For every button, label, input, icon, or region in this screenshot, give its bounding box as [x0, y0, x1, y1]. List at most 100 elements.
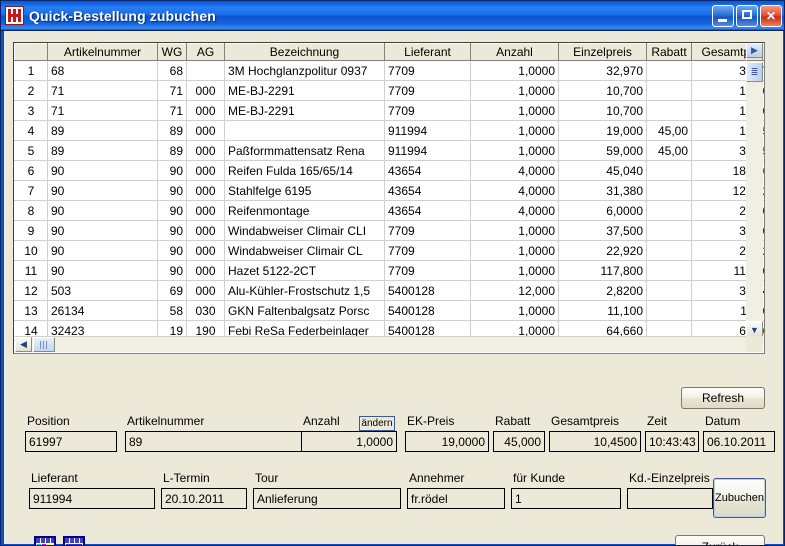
cell-artikelnummer[interactable]: 90 — [47, 200, 158, 221]
cell-wg[interactable]: 90 — [157, 180, 187, 201]
cell-ag[interactable]: 000 — [186, 100, 225, 121]
cell-lieferant[interactable]: 7709 — [384, 60, 471, 81]
column-header-bezeichnung[interactable]: Bezeichnung — [224, 43, 385, 61]
table-row[interactable]: 11 90 90 000 Hazet 5122-2CT 7709 1,0000 117,800… — [14, 260, 764, 281]
cell-anzahl[interactable]: 4,0000 — [470, 160, 559, 181]
input-zeit[interactable]: 10:43:43 — [645, 431, 699, 452]
cell-ag[interactable] — [186, 60, 225, 81]
grid-horizontal-scrollbar[interactable]: ◀ — [15, 336, 748, 352]
cell-rabatt[interactable] — [646, 240, 692, 261]
cell-artikelnummer[interactable]: 71 — [47, 80, 158, 101]
cell-anzahl[interactable]: 1,0000 — [470, 240, 559, 261]
grid-vertical-scrollbar[interactable]: ▲ ≣ ▼ — [746, 44, 763, 338]
cell-artikelnummer[interactable]: 26134 — [47, 300, 158, 321]
cell-bezeichnung[interactable]: Hazet 5122-2CT — [224, 260, 385, 281]
table-row[interactable]: 89090000Reifenmontage436544,00006,000024… — [14, 200, 764, 221]
cell-rabatt[interactable] — [646, 280, 692, 301]
cell-rabatt[interactable] — [646, 260, 692, 281]
cell-lieferant[interactable]: 5400128 — [384, 280, 471, 301]
cell-bezeichnung[interactable]: Paßformgummimatte E46 — [224, 120, 385, 141]
cell-bezeichnung[interactable]: Paßformmattensatz Rena — [224, 140, 385, 161]
cell-lieferant[interactable]: 5400128 — [384, 300, 471, 321]
cell-rabatt[interactable] — [646, 300, 692, 321]
cell-ag[interactable]: 000 — [186, 260, 225, 281]
cell-rabatt[interactable] — [646, 80, 692, 101]
scroll-right-icon[interactable]: ▶ — [746, 43, 763, 58]
cell-artikelnummer[interactable]: 89 — [47, 120, 158, 141]
cell-ag[interactable]: 000 — [186, 180, 225, 201]
cell-ag[interactable]: 000 — [186, 220, 225, 241]
cell-artikelnummer[interactable]: 90 — [47, 260, 158, 281]
cell-anzahl[interactable]: 1,0000 — [470, 140, 559, 161]
cell-wg[interactable]: 90 — [157, 240, 187, 261]
cell-ag[interactable]: 000 — [186, 240, 225, 261]
cell-artikelnummer[interactable]: 90 — [47, 180, 158, 201]
cell-rabatt[interactable]: 45,00 — [646, 140, 692, 161]
table-row[interactable]: 12 503 69 000 Alu-Kühler-Frostschutz 1,5 5400… — [14, 280, 764, 301]
cell-anzahl[interactable]: 1,0000 — [470, 100, 559, 121]
cell-ag[interactable]: 000 — [186, 160, 225, 181]
cell-einzelpreis[interactable]: 59,000 — [558, 140, 647, 161]
cell-artikelnummer[interactable]: 68 — [47, 60, 158, 81]
table-row[interactable]: 1 68 68 3M Hochglanzpolitur 0937 7709 1,0000 3… — [14, 60, 764, 81]
input-ek-preis[interactable]: 19,0000 — [405, 431, 489, 452]
cell-rownum[interactable]: 1 — [14, 60, 48, 81]
cell-rownum[interactable]: 3 — [14, 100, 48, 121]
cell-rownum[interactable]: 4 — [14, 120, 48, 141]
cell-artikelnummer[interactable]: 89 — [47, 140, 158, 161]
zubuchen-button[interactable]: Zubuchen — [713, 478, 766, 518]
cell-bezeichnung[interactable]: Reifen Fulda 165/65/14 — [224, 160, 385, 181]
table-grid-icon[interactable] — [34, 536, 56, 545]
table-row[interactable]: 13 26134 58 030 GKN Faltenbalgsatz Porsc 5400… — [14, 300, 764, 321]
table-row[interactable]: 10 90 90 000 Windabweiser Climair CL 7709 1,00… — [14, 240, 764, 261]
cell-ag[interactable]: 000 — [186, 120, 225, 141]
cell-wg[interactable]: 58 — [157, 300, 187, 321]
cell-einzelpreis[interactable]: 6,0000 — [558, 200, 647, 221]
input-fuer-kunde[interactable]: 1 — [511, 488, 621, 509]
cell-anzahl[interactable]: 12,000 — [470, 280, 559, 301]
cell-wg[interactable]: 68 — [157, 60, 187, 81]
cell-wg[interactable]: 90 — [157, 160, 187, 181]
cell-einzelpreis[interactable]: 37,500 — [558, 220, 647, 241]
cell-einzelpreis[interactable]: 22,920 — [558, 240, 647, 261]
input-datum[interactable]: 06.10.2011 — [703, 431, 775, 452]
cell-einzelpreis[interactable]: 31,380 — [558, 180, 647, 201]
cell-anzahl[interactable]: 1,0000 — [470, 260, 559, 281]
cell-artikelnummer[interactable]: 90 — [47, 220, 158, 241]
back-button[interactable]: Zurück — [675, 535, 765, 545]
column-header-wg[interactable]: WG — [157, 43, 187, 61]
cell-wg[interactable]: 89 — [157, 140, 187, 161]
cell-einzelpreis[interactable]: 45,040 — [558, 160, 647, 181]
cell-lieferant[interactable]: 7709 — [384, 220, 471, 241]
cell-lieferant[interactable]: 911994 — [384, 120, 471, 141]
cell-bezeichnung[interactable]: Reifenmontage — [224, 200, 385, 221]
scroll-left-icon[interactable]: ◀ — [15, 337, 32, 352]
cell-bezeichnung[interactable]: Stahlfelge 6195 — [224, 180, 385, 201]
cell-wg[interactable]: 90 — [157, 260, 187, 281]
cell-bezeichnung[interactable]: GKN Faltenbalgsatz Porsc — [224, 300, 385, 321]
cell-wg[interactable]: 71 — [157, 100, 187, 121]
cell-rabatt[interactable] — [646, 100, 692, 121]
column-header-einzelpreis[interactable]: Einzelpreis — [558, 43, 647, 61]
column-header-lieferant[interactable]: Lieferant — [384, 43, 471, 61]
cell-ag[interactable]: 000 — [186, 140, 225, 161]
table-row[interactable]: 7 90 90 000 Stahlfelge 6195 43654 4,0000 31,380… — [14, 180, 764, 201]
cell-bezeichnung[interactable]: Windabweiser Climair CL — [224, 240, 385, 261]
cell-rabatt[interactable] — [646, 220, 692, 241]
cell-rownum[interactable]: 10 — [14, 240, 48, 261]
minimize-button[interactable] — [712, 4, 734, 27]
cell-einzelpreis[interactable]: 2,8200 — [558, 280, 647, 301]
cell-artikelnummer[interactable]: 71 — [47, 100, 158, 121]
cell-einzelpreis[interactable]: 19,000 — [558, 120, 647, 141]
maximize-button[interactable] — [736, 4, 758, 27]
cell-anzahl[interactable]: 1,0000 — [470, 60, 559, 81]
cell-wg[interactable]: 69 — [157, 280, 187, 301]
cell-lieferant[interactable]: 7709 — [384, 80, 471, 101]
column-header-artikelnummer[interactable]: Artikelnummer — [47, 43, 158, 61]
cell-bezeichnung[interactable]: Alu-Kühler-Frostschutz 1,5 — [224, 280, 385, 301]
cell-einzelpreis[interactable]: 11,100 — [558, 300, 647, 321]
input-artikelnummer[interactable]: 89 — [125, 431, 321, 452]
vertical-scroll-thumb[interactable]: ≣ — [746, 62, 763, 82]
column-header-rownum[interactable] — [14, 43, 48, 61]
cell-lieferant[interactable]: 7709 — [384, 100, 471, 121]
